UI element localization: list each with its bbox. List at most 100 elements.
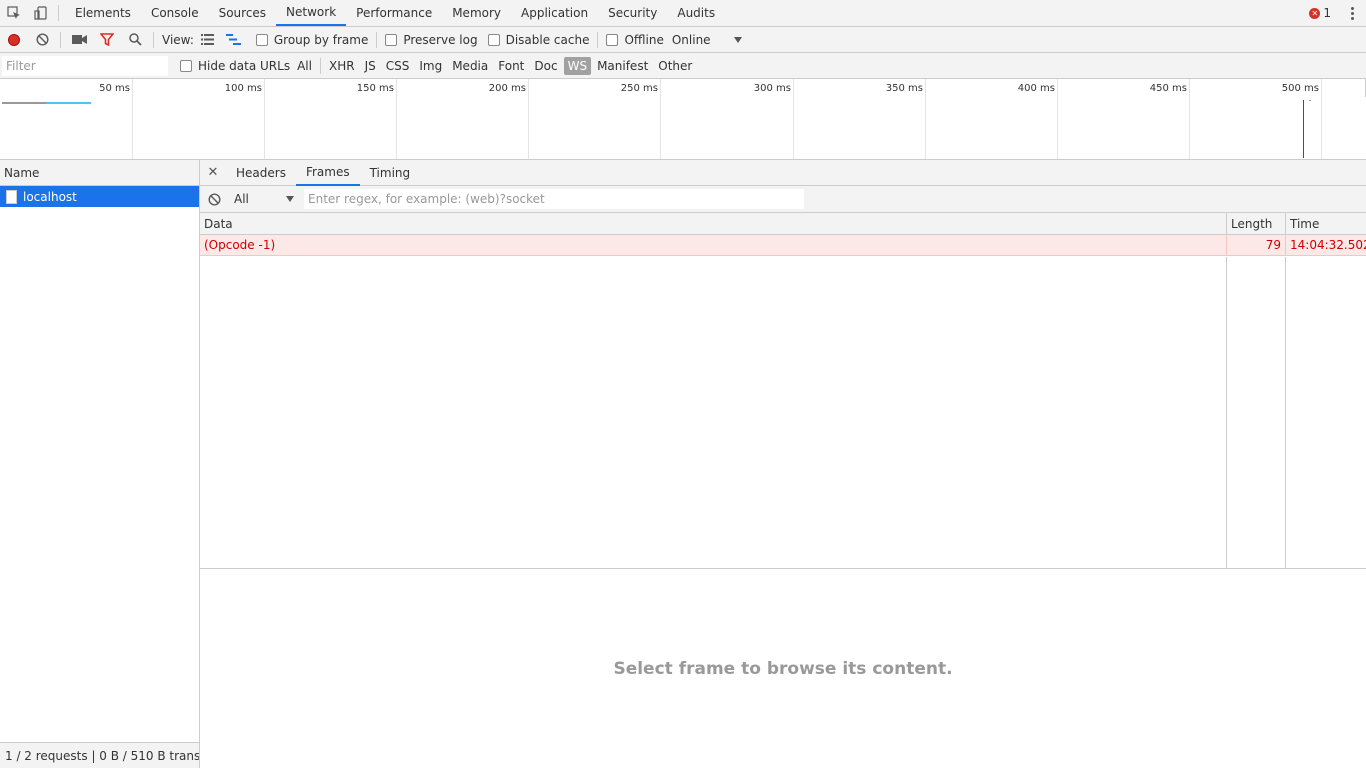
toolbar-separator [376, 31, 378, 48]
inspect-element-icon[interactable] [0, 0, 27, 26]
tab-audits[interactable]: Audits [667, 0, 725, 26]
hide-data-urls-label: Hide data URLs [198, 58, 291, 73]
waterfall-view-button[interactable] [220, 27, 248, 53]
hide-data-urls-checkbox[interactable]: Hide data URLs [180, 59, 290, 73]
request-list-pane: Name localhost 1 / 2 requests | 0 B / 51… [0, 160, 200, 768]
overview-gridline [660, 79, 661, 159]
clear-icon [207, 192, 221, 206]
device-toolbar-icon[interactable] [27, 0, 54, 26]
overview-tick-label: 400 ms [1017, 83, 1055, 94]
overview-marker-line [1303, 100, 1304, 158]
chevron-down-icon [286, 196, 294, 202]
checkbox-box [180, 59, 192, 72]
preserve-log-label: Preserve log [403, 32, 478, 47]
search-button[interactable] [121, 27, 149, 53]
type-filter-manifest[interactable]: Manifest [593, 57, 652, 75]
view-label: View: [162, 32, 194, 47]
throttling-select[interactable]: Online [672, 33, 742, 47]
offline-label: Offline [624, 32, 664, 47]
record-icon [8, 33, 20, 46]
request-row[interactable]: localhost [0, 186, 199, 207]
offline-checkbox[interactable]: Offline [606, 32, 664, 47]
video-camera-icon [71, 35, 87, 44]
length-column-header[interactable]: Length [1227, 213, 1286, 234]
tab-network[interactable]: Network [276, 0, 347, 26]
overview-tick-label: 200 ms [488, 83, 526, 94]
type-filter-media[interactable]: Media [448, 57, 492, 75]
toolbar-separator [597, 31, 599, 48]
error-counter[interactable]: ✕ 1 [1301, 6, 1339, 20]
type-filter-css[interactable]: CSS [382, 57, 414, 75]
frames-regex-input[interactable] [304, 189, 804, 209]
tab-timing[interactable]: Timing [360, 160, 421, 186]
overview-tick-label: 450 ms [1149, 83, 1187, 94]
overview-tick-label: 250 ms [620, 83, 658, 94]
type-filter-js[interactable]: JS [361, 57, 380, 75]
clear-frames-button[interactable] [200, 186, 228, 212]
frames-table-header: Data Length Time [200, 213, 1366, 235]
type-filter-img[interactable]: Img [415, 57, 446, 75]
group-by-frame-checkbox[interactable]: Group by frame [255, 32, 369, 47]
overview-tick-label: 50 ms [99, 83, 130, 94]
overview-gridline [1057, 79, 1058, 159]
overview-tick-label: 300 ms [753, 83, 791, 94]
type-filter-font[interactable]: Font [494, 57, 528, 75]
search-icon [128, 33, 142, 46]
record-button[interactable] [0, 27, 28, 53]
toolbar-separator [60, 31, 61, 48]
overview-tick-label: 500 ms [1281, 83, 1319, 94]
tab-performance[interactable]: Performance [346, 0, 442, 26]
type-filter-xhr[interactable]: XHR [325, 57, 359, 75]
tab-application[interactable]: Application [511, 0, 598, 26]
network-filterbar: Hide data URLs All XHR JS CSS Img Media … [0, 53, 1366, 79]
network-overview[interactable]: 50 ms 100 ms 150 ms 200 ms 250 ms 300 ms 350 m… [0, 79, 1366, 160]
type-filter-all[interactable]: All [293, 57, 316, 75]
frame-type-value: All [234, 192, 249, 206]
overview-bar-small [1309, 100, 1311, 101]
filter-separator [319, 57, 321, 74]
screenshot-button[interactable] [65, 27, 93, 53]
overview-bar-waiting [2, 102, 46, 104]
preserve-log-checkbox[interactable]: Preserve log [385, 32, 478, 47]
clear-button[interactable] [28, 27, 56, 53]
tab-memory[interactable]: Memory [442, 0, 511, 26]
tab-console[interactable]: Console [141, 0, 209, 26]
time-column-header[interactable]: Time [1286, 213, 1366, 234]
tab-elements[interactable]: Elements [65, 0, 141, 26]
devtools-tabbar: Elements Console Sources Network Perform… [0, 0, 1366, 27]
checkbox-box [385, 33, 398, 46]
data-column-header[interactable]: Data [200, 213, 1227, 234]
overview-tick-label: 100 ms [224, 83, 262, 94]
overview-gridline [264, 79, 265, 159]
filter-input[interactable] [2, 55, 168, 76]
frames-filter-bar: All [200, 186, 1366, 213]
type-filter-ws[interactable]: WS [563, 56, 592, 75]
large-rows-button[interactable] [194, 27, 222, 53]
overview-gridline [793, 79, 794, 159]
close-icon[interactable]: ✕ [200, 160, 226, 186]
type-filter-other[interactable]: Other [654, 57, 696, 75]
tab-headers[interactable]: Headers [226, 160, 296, 186]
request-detail-pane: ✕ Headers Frames Timing All Data Length … [200, 160, 1366, 768]
frame-time: 14:04:32.502 [1290, 238, 1366, 252]
document-icon [6, 189, 17, 204]
list-view-icon [201, 34, 215, 45]
tab-frames[interactable]: Frames [295, 160, 360, 186]
overview-gridline [132, 79, 133, 159]
table-row[interactable]: (Opcode -1) 79 14:04:32.502 [200, 235, 1366, 256]
disable-cache-checkbox[interactable]: Disable cache [487, 32, 590, 47]
tab-security[interactable]: Security [598, 0, 667, 26]
filter-toggle-button[interactable] [93, 27, 121, 53]
request-name: localhost [23, 189, 77, 204]
name-column-header[interactable]: Name [0, 160, 199, 186]
frame-length: 79 [1227, 235, 1286, 255]
disable-cache-label: Disable cache [505, 32, 590, 47]
checkbox-box [606, 33, 619, 46]
throttling-value: Online [671, 32, 711, 47]
frame-type-select[interactable]: All [234, 192, 294, 206]
more-options-icon[interactable] [1339, 0, 1366, 26]
frame-data: (Opcode -1) [200, 235, 1227, 255]
tab-sources[interactable]: Sources [209, 0, 276, 26]
group-by-frame-label: Group by frame [273, 32, 369, 47]
type-filter-doc[interactable]: Doc [530, 57, 561, 75]
